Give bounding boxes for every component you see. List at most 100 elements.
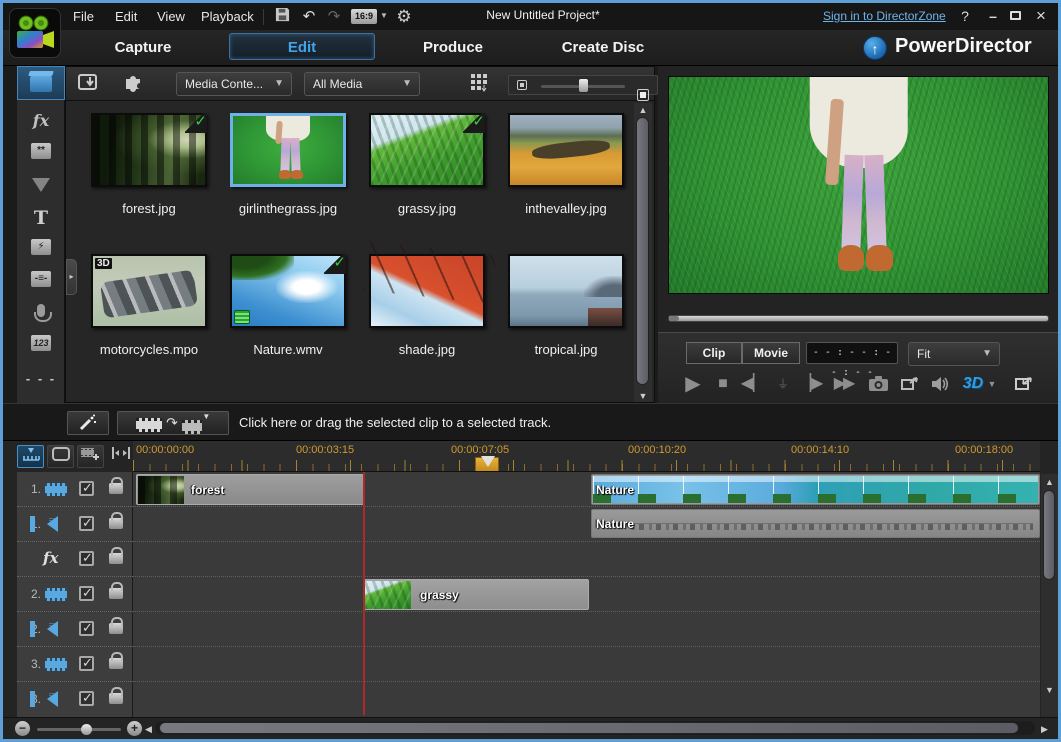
undock-preview-icon[interactable] — [896, 372, 924, 396]
import-media-icon[interactable] — [74, 71, 104, 97]
clip-grassy[interactable]: grassy — [363, 579, 589, 610]
thumbnail-zoom-slider[interactable] — [541, 85, 625, 88]
track-enable-checkbox[interactable] — [79, 656, 94, 671]
plugin-puzzle-icon[interactable] — [118, 71, 148, 97]
menu-playback[interactable]: Playback — [195, 8, 260, 26]
track-lane-video2[interactable]: grassy — [133, 577, 1040, 612]
pip-objects-room-icon[interactable]: ** — [17, 138, 65, 170]
preview-seek-slider[interactable] — [668, 315, 1049, 322]
zoom-small-icon[interactable] — [517, 80, 527, 90]
timecode-display[interactable]: - - : - - : - - : - - — [806, 342, 898, 364]
clip-nature-video[interactable]: Nature — [591, 474, 1040, 505]
magic-wand-button[interactable] — [67, 411, 109, 435]
redo-icon[interactable]: ↷ — [323, 7, 345, 27]
content-filter-dropdown[interactable]: Media Conte...▼ — [176, 72, 292, 96]
track-enable-checkbox[interactable] — [79, 516, 94, 531]
media-thumbnail[interactable]: ✓ — [230, 254, 346, 328]
scrollbar-thumb[interactable] — [636, 117, 649, 385]
media-thumbnail[interactable]: ✓ — [369, 113, 485, 187]
sort-grid-icon[interactable] — [466, 71, 494, 97]
track-header-video2[interactable]: 2. — [17, 577, 133, 612]
track-enable-checkbox[interactable] — [79, 691, 94, 706]
timeline-view-button[interactable] — [17, 445, 44, 468]
track-lane-fx[interactable] — [133, 542, 1040, 577]
timeline-ruler[interactable]: 00:00:00:00 00:00:03:15 00:00:07:05 00:0… — [133, 441, 1040, 472]
track-enable-checkbox[interactable] — [79, 481, 94, 496]
menu-view[interactable]: View — [151, 8, 191, 26]
effect-room-icon[interactable]: fx — [17, 106, 65, 138]
fullscreen-icon[interactable] — [1010, 372, 1038, 396]
clip-forest[interactable]: forest — [136, 474, 364, 505]
track-header-audio2[interactable]: 2. — [17, 612, 133, 647]
voiceover-room-icon[interactable] — [17, 298, 65, 330]
minimize-button[interactable]: – — [983, 7, 1003, 25]
movie-mode-button[interactable]: Movie — [742, 342, 800, 364]
track-lock-icon[interactable] — [109, 483, 123, 494]
media-item-nature[interactable]: ✓ Nature.wmv — [223, 254, 353, 357]
clip-nature-audio[interactable]: Nature — [591, 509, 1040, 538]
track-header-audio3[interactable]: 3. — [17, 682, 133, 717]
timeline-zoom-in-button[interactable]: + — [127, 721, 142, 736]
media-item-forest[interactable]: ✓ forest.jpg — [84, 113, 214, 216]
preview-zoom-dropdown[interactable]: Fit▼ — [908, 342, 1000, 366]
timeline-zoom-slider[interactable] — [37, 728, 121, 731]
media-item-tropical[interactable]: tropical.jpg — [501, 254, 631, 357]
media-thumbnail-selected[interactable] — [230, 113, 346, 187]
tab-create-disc[interactable]: Create Disc — [548, 36, 658, 60]
media-thumbnail[interactable] — [369, 254, 485, 328]
help-button[interactable]: ? — [955, 7, 975, 25]
timeline-vertical-scrollbar[interactable]: ▲ ▼ — [1041, 474, 1058, 717]
scroll-down-arrow[interactable]: ▼ — [1041, 685, 1058, 695]
save-icon[interactable] — [271, 7, 293, 27]
track-lock-icon[interactable] — [109, 693, 123, 704]
maximize-button[interactable] — [1010, 11, 1021, 20]
3d-mode-button[interactable]: 3D — [958, 372, 988, 396]
upgrade-icon[interactable]: ↑ — [863, 36, 887, 60]
seek-ruler-button[interactable]: ⏚ — [770, 372, 796, 396]
track-lock-icon[interactable] — [109, 518, 123, 529]
scrollbar-thumb[interactable] — [159, 722, 1019, 734]
track-lane-video1[interactable]: forest Nature — [133, 472, 1040, 507]
timeline-zoom-out-button[interactable]: − — [15, 721, 30, 736]
track-lock-icon[interactable] — [109, 623, 123, 634]
tab-capture[interactable]: Capture — [98, 36, 188, 60]
scroll-down-arrow[interactable]: ▼ — [634, 391, 652, 401]
media-thumbnail[interactable] — [508, 113, 624, 187]
media-item-girlinthegrass[interactable]: girlinthegrass.jpg — [223, 113, 353, 216]
hscroll-left-arrow[interactable]: ◀ — [145, 724, 152, 735]
media-thumbnail[interactable]: 3D — [91, 254, 207, 328]
storyboard-view-button[interactable] — [47, 445, 74, 468]
track-enable-checkbox[interactable] — [79, 621, 94, 636]
library-scrollbar[interactable]: ▲ ▼ — [634, 103, 652, 402]
add-clip-to-track-button[interactable]: ↷ ▼ — [117, 411, 229, 435]
scroll-up-arrow[interactable]: ▲ — [1041, 477, 1058, 487]
next-frame-button[interactable]: ▕▶ — [798, 372, 824, 396]
subtitle-room-icon[interactable]: - - - — [17, 366, 65, 398]
track-header-video1[interactable]: 1. — [17, 472, 133, 507]
clip-mode-button[interactable]: Clip — [686, 342, 742, 364]
track-header-fx[interactable]: fx — [17, 542, 133, 577]
timeline-track-area[interactable]: forest Nature Nature grassy — [133, 472, 1040, 717]
settings-gear-icon[interactable]: ⚙ — [393, 7, 415, 27]
audio-mixing-room-icon[interactable]: -≡- — [17, 266, 65, 298]
title-room-icon[interactable]: T — [17, 202, 65, 234]
scrollbar-thumb[interactable] — [1043, 490, 1055, 580]
transition-room-icon[interactable]: ⚡ — [17, 234, 65, 266]
media-item-shade[interactable]: shade.jpg — [362, 254, 492, 357]
close-button[interactable]: × — [1031, 7, 1051, 25]
track-lock-icon[interactable] — [109, 553, 123, 564]
track-lane-audio1[interactable]: Nature — [133, 507, 1040, 542]
media-room-icon[interactable] — [17, 66, 65, 100]
tab-produce[interactable]: Produce — [408, 36, 498, 60]
tab-edit[interactable]: Edit — [229, 33, 375, 60]
track-enable-checkbox[interactable] — [79, 586, 94, 601]
menu-file[interactable]: File — [67, 8, 100, 26]
stop-button[interactable]: ■ — [710, 372, 736, 396]
signin-directorzone-link[interactable]: Sign in to DirectorZone — [823, 9, 946, 23]
fast-forward-button[interactable]: ▶▶ — [828, 372, 858, 396]
media-thumbnail[interactable]: ✓ — [91, 113, 207, 187]
media-type-dropdown[interactable]: All Media▼ — [304, 72, 420, 96]
aspect-ratio-badge[interactable]: 16:9 — [351, 9, 377, 24]
zoom-slider-handle[interactable] — [579, 79, 588, 92]
play-button[interactable]: ▶ — [680, 372, 706, 396]
